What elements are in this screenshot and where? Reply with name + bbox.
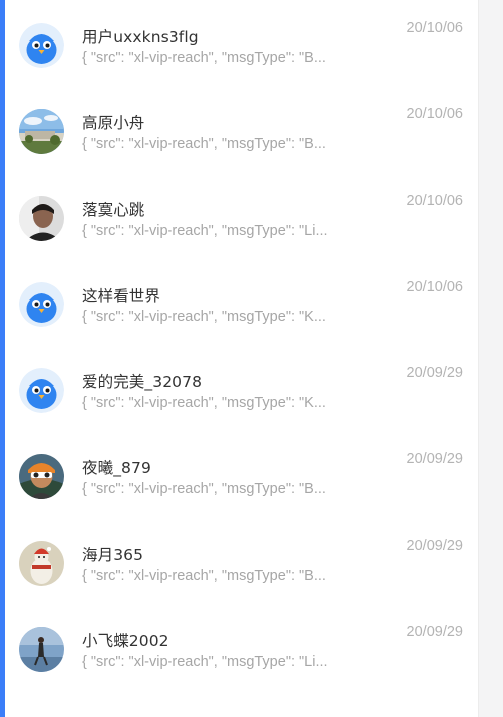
conversation-name: 这样看世界 [82, 286, 161, 305]
message-date: 20/09/29 [406, 537, 463, 554]
message-date: 20/10/06 [406, 192, 463, 209]
message-preview: { "src": "xl-vip-reach", "msgType": "B..… [82, 50, 326, 66]
message-preview: { "src": "xl-vip-reach", "msgType": "B..… [82, 481, 326, 498]
message-date: 20/09/29 [406, 624, 463, 641]
message-preview: { "src": "xl-vip-reach", "msgType": "B..… [82, 136, 326, 153]
conversation-row[interactable]: 夜曦_879 { "src": "xl-vip-reach", "msgType… [5, 431, 477, 517]
conversation-row[interactable]: 用户uxxkns3flg { "src": "xl-vip-reach", "m… [5, 0, 477, 86]
default-bird-avatar-icon [19, 281, 64, 327]
message-date: 20/10/06 [406, 278, 463, 295]
user-photo-avatar-icon [19, 540, 64, 586]
default-bird-avatar-icon [19, 368, 64, 414]
default-bird-avatar-icon [19, 23, 64, 68]
scrollbar-track[interactable] [478, 0, 503, 717]
user-photo-avatar-icon [19, 109, 64, 155]
message-date: 20/09/29 [406, 365, 463, 382]
message-preview: { "src": "xl-vip-reach", "msgType": "K..… [82, 395, 326, 412]
message-preview: { "src": "xl-vip-reach", "msgType": "B..… [82, 567, 326, 584]
conversation-row[interactable]: 落寞心跳 { "src": "xl-vip-reach", "msgType":… [5, 173, 477, 259]
conversation-name: 落寞心跳 [82, 200, 145, 219]
user-photo-avatar-icon [19, 454, 64, 500]
conversation-row[interactable]: 这样看世界 { "src": "xl-vip-reach", "msgType"… [5, 259, 477, 345]
message-date: 20/10/06 [406, 20, 463, 36]
message-preview: { "src": "xl-vip-reach", "msgType": "Li.… [82, 222, 328, 239]
conversation-name: 高原小舟 [82, 114, 145, 133]
user-photo-avatar-icon [19, 195, 64, 241]
conversation-row[interactable]: 小飞蝶2002 { "src": "xl-vip-reach", "msgTyp… [5, 604, 477, 690]
conversation-name: 海月365 [82, 545, 144, 564]
conversation-name: 爱的完美_32078 [82, 373, 203, 392]
message-preview: { "src": "xl-vip-reach", "msgType": "K..… [82, 308, 326, 325]
conversation-row[interactable]: 海月365 { "src": "xl-vip-reach", "msgType"… [5, 518, 477, 604]
conversation-row[interactable]: 高原小舟 { "src": "xl-vip-reach", "msgType":… [5, 86, 477, 172]
conversation-row[interactable]: 爱的完美_32078 { "src": "xl-vip-reach", "msg… [5, 345, 477, 431]
conversation-list: 用户uxxkns3flg { "src": "xl-vip-reach", "m… [5, 0, 477, 717]
conversation-name: 夜曦_879 [82, 459, 151, 478]
message-preview: { "src": "xl-vip-reach", "msgType": "Li.… [82, 654, 328, 671]
user-photo-avatar-icon [19, 627, 64, 673]
conversation-name: 用户uxxkns3flg [82, 28, 199, 46]
message-date: 20/10/06 [406, 106, 463, 123]
conversation-name: 小飞蝶2002 [82, 632, 169, 651]
message-date: 20/09/29 [406, 451, 463, 468]
